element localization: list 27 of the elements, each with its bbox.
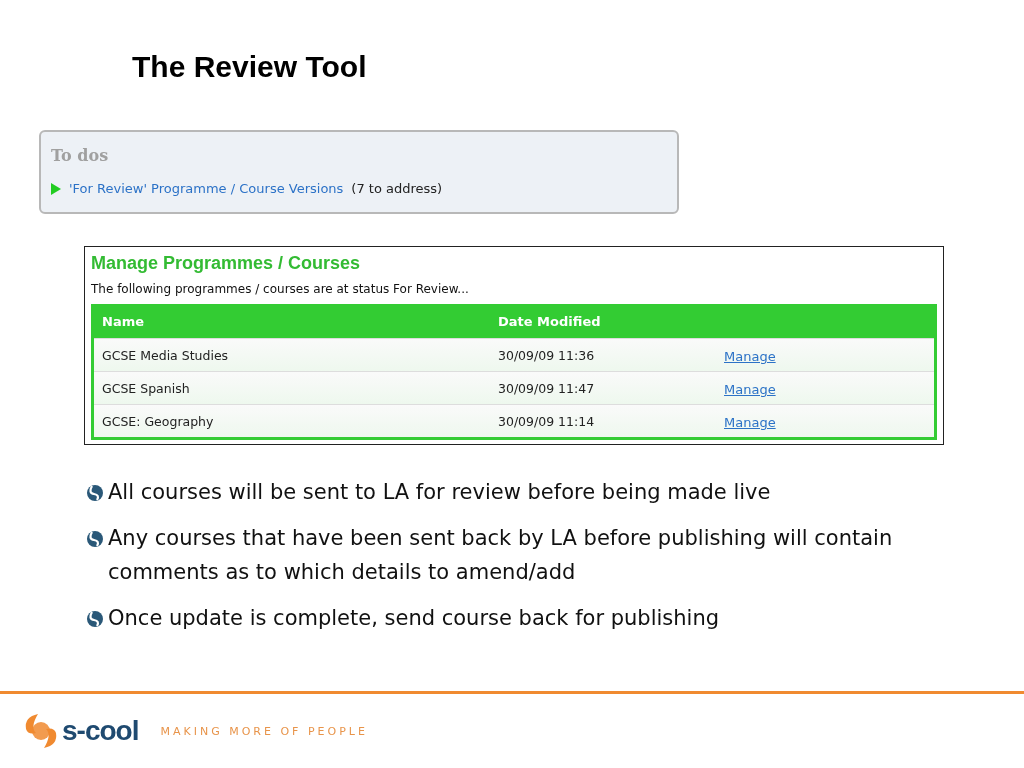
bullet-icon xyxy=(86,530,104,548)
logo-icon xyxy=(24,713,58,749)
address-count: (7 to address) xyxy=(351,181,443,196)
manage-link[interactable]: Manage xyxy=(724,348,776,364)
panel-heading: To dos xyxy=(51,146,110,165)
bullet-text: All courses will be sent to LA for review before being made live xyxy=(108,479,771,506)
column-header: Name xyxy=(102,313,145,329)
review-link[interactable]: 'For Review' Programme / Course Versions xyxy=(69,181,344,196)
column-header: Date Modified xyxy=(498,313,602,329)
table-cell-text: GCSE: Geography xyxy=(102,413,215,429)
play-arrow-icon xyxy=(51,182,61,195)
bullet-icon xyxy=(86,610,104,628)
table-cell-text: GCSE Spanish xyxy=(102,380,191,396)
manage-link[interactable]: Manage xyxy=(724,381,776,397)
bullet-text: Any courses that have been sent back by LA before publishing will contain comments as to which details to amend/add xyxy=(108,525,894,586)
bullet-icon xyxy=(86,484,104,502)
panel-heading: Manage Programmes / Courses xyxy=(90,252,362,274)
bullet-text: Once update is complete, send course back for publishing xyxy=(108,605,720,632)
intro-text: The following programmes / courses are at status For Review... xyxy=(91,282,470,296)
table-cell-text: 30/09/09 11:47 xyxy=(498,380,596,396)
logo-text: s-cool xyxy=(62,715,139,747)
tagline: MAKING MORE OF PEOPLE xyxy=(160,724,368,738)
table-cell-text: 30/09/09 11:36 xyxy=(498,347,596,363)
table-cell-text: 30/09/09 11:14 xyxy=(498,413,596,429)
table-cell-text: GCSE Media Studies xyxy=(102,347,230,363)
manage-link[interactable]: Manage xyxy=(724,414,776,430)
slide-title: The Review Tool xyxy=(132,50,368,84)
